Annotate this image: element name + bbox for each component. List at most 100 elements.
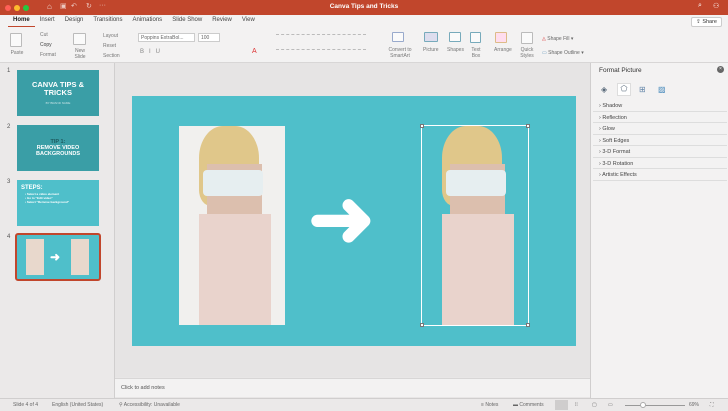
notes-field[interactable]: Click to add notes: [115, 378, 590, 397]
section-button[interactable]: Section: [103, 53, 120, 59]
zoom-slider[interactable]: [625, 405, 685, 406]
new-slide-icon[interactable]: [73, 33, 86, 45]
share-button[interactable]: ⇪ Share: [691, 17, 722, 27]
tab-view[interactable]: View: [237, 15, 260, 27]
share-label: Share: [702, 19, 717, 25]
pants: [442, 214, 514, 325]
section-glow[interactable]: › Glow: [593, 123, 727, 135]
arrange-icon[interactable]: [495, 32, 507, 43]
reset-button[interactable]: Reset: [103, 43, 116, 49]
thumb-title: STEPS:: [21, 185, 43, 191]
convert-smartart-label: Convert to SmartArt: [388, 47, 412, 59]
font-family-select[interactable]: Poppins ExtraBol...: [138, 33, 195, 42]
normal-view-button[interactable]: [555, 400, 568, 410]
slide-thumbnail-2[interactable]: TIP 1: REMOVE VIDEO BACKGROUNDS: [17, 125, 99, 171]
language-status[interactable]: English (United States): [52, 402, 103, 408]
fit-to-window-icon[interactable]: ⛶: [710, 402, 714, 408]
zoom-level[interactable]: 69%: [689, 402, 699, 408]
resize-handle[interactable]: [420, 124, 424, 128]
accessibility-status[interactable]: ⚲ Accessibility: Unavailable: [119, 402, 180, 408]
resize-handle[interactable]: [526, 124, 530, 128]
reading-view-button[interactable]: ▢: [592, 402, 597, 408]
status-bar: Slide 4 of 4 English (United States) ⚲ A…: [0, 398, 728, 411]
pants: [199, 214, 271, 325]
slide-number: 3: [7, 179, 11, 185]
search-icon[interactable]: ⌕: [698, 2, 702, 10]
tab-home[interactable]: Home: [8, 15, 35, 27]
layout-button[interactable]: Layout: [103, 33, 118, 39]
title-bar: ⌂ ▣ ↶ ↻ ··· Canva Tips and Tricks ⌕ ⚇: [0, 0, 728, 15]
fill-line-icon[interactable]: ◈: [601, 85, 607, 94]
section-shadow[interactable]: › Shadow: [593, 100, 727, 112]
copy-button[interactable]: Copy: [40, 42, 52, 48]
thumb-photo: [71, 239, 89, 275]
tab-review[interactable]: Review: [207, 15, 237, 27]
format-picture-pane: Format Picture × ◈ ⬠ ⊞ ▨ › Shadow › Refl…: [590, 63, 728, 398]
quick-styles-label: Quick Styles: [520, 47, 534, 59]
background-removed-photo[interactable]: [421, 125, 529, 326]
thumb-bullet: • Select "Remove background": [25, 200, 70, 204]
close-pane-button[interactable]: ×: [717, 66, 724, 73]
shapes-icon[interactable]: [449, 32, 461, 42]
font-color-icon[interactable]: A: [252, 48, 257, 55]
text-format-buttons[interactable]: BIU: [140, 49, 165, 55]
paste-label: Paste: [10, 50, 24, 56]
shapes-label: Shapes: [447, 47, 464, 53]
tab-animations[interactable]: Animations: [128, 15, 168, 27]
thumb-subtitle: BY BRAND NAME: [45, 101, 71, 105]
smartart-icon[interactable]: [392, 32, 404, 42]
tab-insert[interactable]: Insert: [35, 15, 60, 27]
top: [203, 170, 263, 196]
arrow-icon: ➜: [50, 250, 61, 264]
format-painter-button[interactable]: Format: [40, 52, 56, 58]
zoom-slider-handle[interactable]: [640, 402, 646, 408]
ribbon-toolbar: Paste Cut Copy Format New Slide Layout R…: [0, 27, 728, 63]
pane-title: Format Picture: [599, 67, 642, 74]
resize-handle[interactable]: [526, 323, 530, 327]
arrow-right-icon[interactable]: ➜: [308, 179, 375, 259]
slide-thumbnail-pane: 1 CANVA TIPS & TRICKS BY BRAND NAME 2 TI…: [0, 63, 115, 398]
slide-thumbnail-4-selected[interactable]: ➜: [15, 233, 101, 281]
new-slide-label: New Slide: [74, 48, 86, 60]
thumb-title: REMOVE VIDEO BACKGROUNDS: [36, 145, 80, 157]
effects-icon[interactable]: ⬠: [617, 83, 631, 96]
section-artistic-effects[interactable]: › Artistic Effects: [593, 169, 727, 181]
font-size-select[interactable]: 100: [198, 33, 220, 42]
paragraph-tools[interactable]: [276, 34, 366, 42]
alignment-tools[interactable]: [276, 49, 366, 57]
quick-styles-icon[interactable]: [521, 32, 533, 44]
original-photo[interactable]: [179, 126, 285, 325]
tab-transitions[interactable]: Transitions: [88, 15, 127, 27]
window-title: Canva Tips and Tricks: [329, 3, 399, 10]
comments-button[interactable]: ▬ Comments: [513, 402, 544, 408]
text-box-icon[interactable]: [470, 32, 481, 43]
section-3d-format[interactable]: › 3-D Format: [593, 146, 727, 158]
section-3d-rotation[interactable]: › 3-D Rotation: [593, 158, 727, 169]
slide-thumbnail-1[interactable]: CANVA TIPS & TRICKS BY BRAND NAME: [17, 70, 99, 116]
section-reflection[interactable]: › Reflection: [593, 112, 727, 123]
shape-fill-button[interactable]: ◬ Shape Fill ▾: [542, 36, 573, 42]
notes-button[interactable]: ≡ Notes: [481, 402, 498, 408]
tab-design[interactable]: Design: [60, 15, 89, 27]
picture-icon[interactable]: [424, 32, 438, 42]
resize-handle[interactable]: [420, 323, 424, 327]
thumb-title: CANVA TIPS & TRICKS: [31, 80, 85, 97]
slideshow-button[interactable]: ▭: [608, 402, 613, 408]
picture-label: Picture: [423, 47, 439, 53]
slide-canvas[interactable]: ➜: [132, 96, 576, 346]
slide-thumbnail-3[interactable]: STEPS: • Select a video element • Go to …: [17, 180, 99, 226]
size-properties-icon[interactable]: ⊞: [639, 85, 646, 94]
cut-button[interactable]: Cut: [40, 32, 48, 38]
ribbon-tabs: Home Insert Design Transitions Animation…: [0, 15, 728, 27]
text-box-label: Text Box: [471, 47, 481, 59]
arrange-label: Arrange: [494, 47, 512, 53]
shape-outline-button[interactable]: ▭ Shape Outline ▾: [542, 50, 584, 56]
picture-settings-icon[interactable]: ▨: [658, 85, 666, 94]
account-icon[interactable]: ⚇: [713, 2, 719, 10]
tab-slide-show[interactable]: Slide Show: [167, 15, 207, 27]
slide-number: 2: [7, 124, 11, 130]
effects-list: › Shadow › Reflection › Glow › Soft Edge…: [593, 100, 727, 181]
section-soft-edges[interactable]: › Soft Edges: [593, 135, 727, 146]
slide-sorter-button[interactable]: ⁞⁞: [575, 402, 578, 408]
paste-icon[interactable]: [10, 33, 22, 47]
